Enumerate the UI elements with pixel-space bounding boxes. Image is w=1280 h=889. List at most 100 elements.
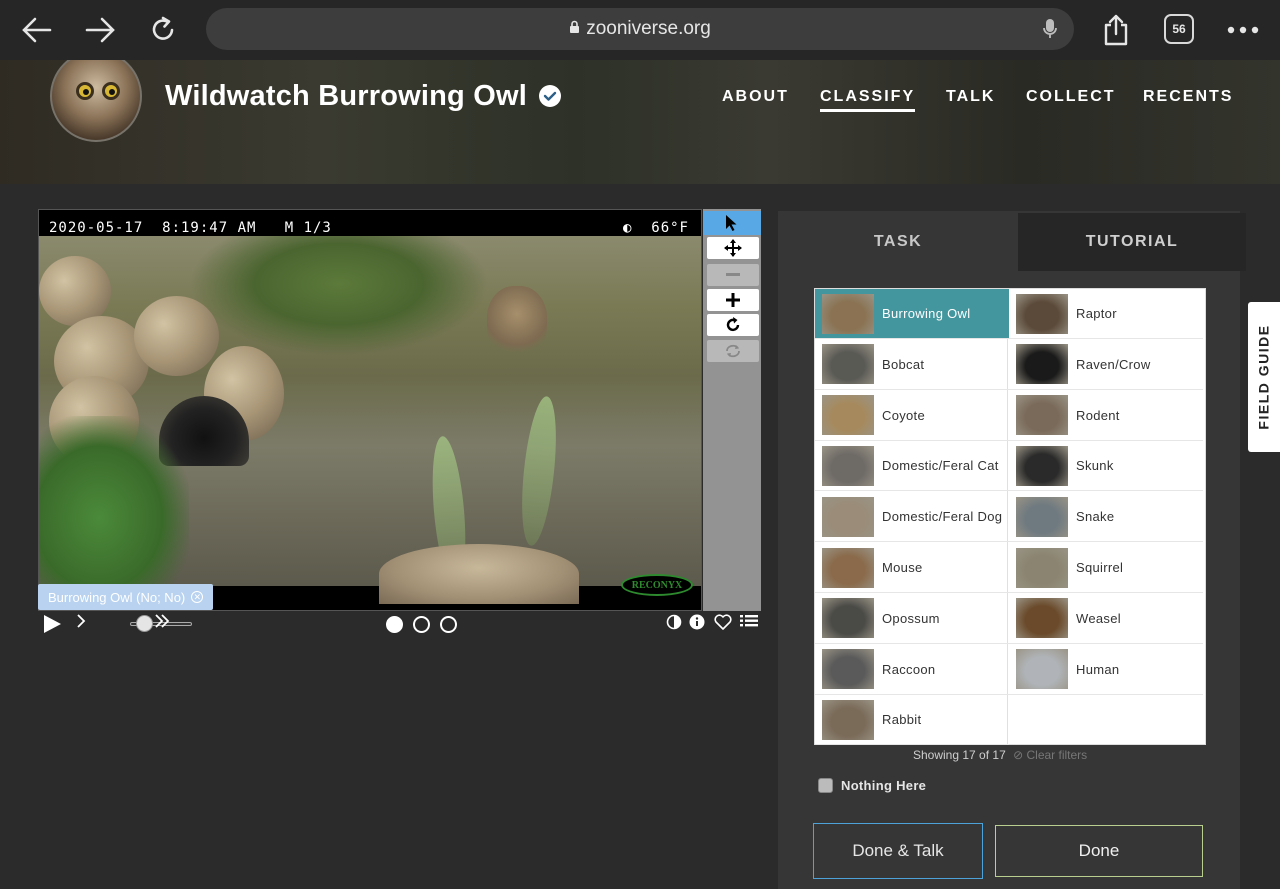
reset-icon[interactable] [707,340,759,362]
clear-filters-label: Clear filters [1026,748,1088,762]
filter-status: Showing 17 of 17 ⊘ Clear filters [913,748,1087,762]
microphone-icon[interactable] [1042,18,1058,46]
choice-thumbnail [1016,496,1068,537]
choice-label: Mouse [882,560,923,575]
image-toolbar [703,209,761,611]
clear-filters-button[interactable]: ⊘ Clear filters [1013,748,1087,762]
zoom-in-icon[interactable] [707,289,759,311]
nav-about[interactable]: ABOUT [722,88,789,106]
choice-thumbnail [1016,547,1068,588]
nav-classify[interactable]: CLASSIFY [820,88,916,112]
species-choice-grid: Burrowing Owl Raptor Bobcat Raven/Crow Coyot… [814,288,1206,746]
play-icon[interactable] [42,614,62,639]
choice-domestic-feral-dog[interactable]: Domestic/Feral Dog [815,492,1009,543]
camera-info-bar: 2020-05-17 8:19:47 AM M 1/3 ◐ 66°F [39,210,701,236]
scene-plant [39,416,189,586]
choice-thumbnail [822,496,874,537]
chevron-right-icon[interactable] [76,614,86,633]
nothing-here-label: Nothing Here [841,778,927,793]
nav-talk[interactable]: TALK [946,88,995,106]
nav-collect[interactable]: COLLECT [1026,88,1116,106]
annotate-pointer-button[interactable] [703,211,761,235]
camera-timestamp: 2020-05-17 8:19:47 AM M 1/3 [49,220,332,236]
frame-dot-2[interactable] [413,616,430,633]
nothing-here-checkbox[interactable] [818,778,833,793]
choice-skunk[interactable]: Skunk [1009,441,1203,492]
project-header: Wildwatch Burrowing Owl ABOUT CLASSIFY T… [0,60,1280,184]
choice-label: Raccoon [882,661,936,677]
choice-label: Opossum [882,610,940,626]
slider-handle[interactable] [136,615,153,632]
choice-rabbit[interactable]: Rabbit [815,695,1009,746]
invert-icon[interactable] [666,614,682,635]
forward-icon[interactable] [82,12,118,48]
owl-eye [76,82,94,100]
choice-burrowing-owl[interactable]: Burrowing Owl [815,289,1009,339]
tab-task[interactable]: TASK [778,213,1018,271]
choice-mouse[interactable]: Mouse [815,543,1009,593]
lock-icon [569,18,580,40]
back-icon[interactable] [19,12,55,48]
choice-raccoon[interactable]: Raccoon [815,645,1009,695]
project-title[interactable]: Wildwatch Burrowing Owl [165,80,527,113]
frame-dot-1[interactable] [386,616,403,633]
annotation-chip[interactable]: Burrowing Owl (No; No) ✕ [38,584,214,610]
address-bar[interactable]: zooniverse.org [206,8,1074,50]
choice-thumbnail [1016,649,1068,690]
choice-snake[interactable]: Snake [1009,492,1203,543]
choice-thumbnail [822,649,874,690]
choice-raven-crow[interactable]: Raven/Crow [1009,340,1203,390]
camera-watermark: RECONYX [621,574,693,596]
annotation-label: Burrowing Owl (No; No) [48,589,186,605]
choice-label: Bobcat [882,356,925,372]
choice-squirrel[interactable]: Squirrel [1009,543,1203,593]
collect-list-icon[interactable] [740,614,758,635]
subject-viewer[interactable]: 2020-05-17 8:19:47 AM M 1/3 ◐ 66°F RECON… [38,209,702,611]
more-icon[interactable] [1225,12,1261,48]
choice-opossum[interactable]: Opossum [815,594,1009,644]
scene-grass [189,236,489,356]
info-icon[interactable] [689,614,705,635]
subject-image[interactable] [39,236,701,604]
subject-controls [38,612,762,636]
choice-rodent[interactable]: Rodent [1009,391,1203,441]
choice-raptor[interactable]: Raptor [1009,289,1203,339]
rotate-icon[interactable] [707,314,759,336]
choice-bobcat[interactable]: Bobcat [815,340,1009,390]
choice-thumbnail [1016,293,1068,334]
field-guide-tab[interactable]: FIELD GUIDE [1248,302,1280,452]
url-text: zooniverse.org [586,18,711,39]
choice-human[interactable]: Human [1009,645,1203,695]
nothing-here-option[interactable]: Nothing Here [818,778,926,793]
choice-thumbnail [1016,344,1068,385]
heart-icon[interactable] [714,614,732,635]
scene-owl [487,286,547,356]
field-guide-label: FIELD GUIDE [1256,324,1273,430]
move-icon[interactable] [707,237,759,259]
done-and-talk-button[interactable]: Done & Talk [813,823,983,879]
choice-coyote[interactable]: Coyote [815,391,1009,441]
tab-count-button[interactable]: 56 [1164,14,1194,44]
scene-grass-blade [516,394,562,548]
share-icon[interactable] [1098,12,1134,48]
frame-dot-3[interactable] [440,616,457,633]
choice-domestic-feral-cat[interactable]: Domestic/Feral Cat [815,441,1009,492]
zoom-out-icon[interactable] [707,264,759,286]
done-button[interactable]: Done [995,825,1203,877]
choice-label: Raptor [1076,306,1117,321]
nav-recents[interactable]: RECENTS [1143,88,1233,106]
choice-label: Domestic/Feral Dog [882,509,1003,525]
choice-thumbnail [822,699,874,740]
choice-thumbnail [1016,395,1068,436]
tab-tutorial[interactable]: TUTORIAL [1018,213,1246,271]
choice-thumbnail [1016,598,1068,639]
close-icon[interactable]: ✕ [191,591,204,603]
choice-weasel[interactable]: Weasel [1009,594,1203,644]
verified-icon [539,85,561,107]
choice-label: Raven/Crow [1076,356,1151,372]
double-chevron-right-icon[interactable] [154,614,170,633]
choice-label: Skunk [1076,458,1114,474]
project-avatar[interactable] [50,60,142,142]
reload-icon[interactable] [145,12,181,48]
owl-eye [102,82,120,100]
